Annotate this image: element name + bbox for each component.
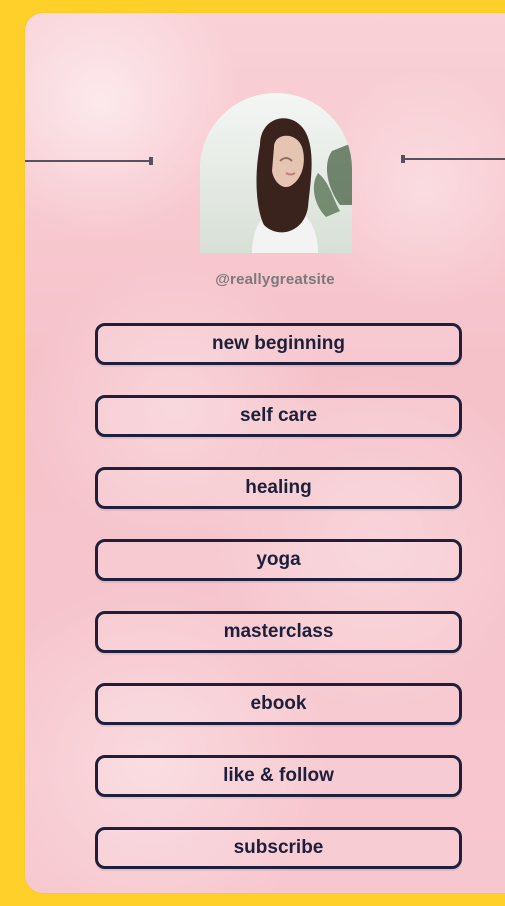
avatar [200,93,352,253]
line-end-dot [149,157,153,165]
link-button-healing[interactable]: healing [95,467,462,509]
link-button-like-follow[interactable]: like & follow [95,755,462,797]
link-button-masterclass[interactable]: masterclass [95,611,462,653]
link-button-new-beginning[interactable]: new beginning [95,323,462,365]
link-button-self-care[interactable]: self care [95,395,462,437]
decorative-line-left [25,157,153,165]
link-buttons: new beginning self care healing yoga mas… [95,323,462,893]
decorative-line-right [401,155,505,163]
profile-photo [200,93,352,253]
link-card: @reallygreatsite new beginning self care… [25,13,505,893]
link-button-ebook[interactable]: ebook [95,683,462,725]
line-end-dot [401,155,405,163]
link-button-yoga[interactable]: yoga [95,539,462,581]
profile-handle: @reallygreatsite [215,271,335,288]
link-button-subscribe[interactable]: subscribe [95,827,462,869]
